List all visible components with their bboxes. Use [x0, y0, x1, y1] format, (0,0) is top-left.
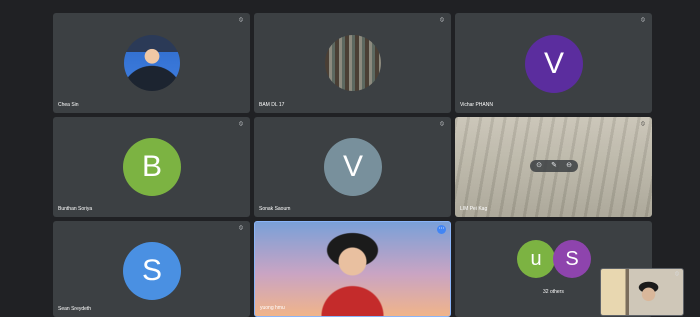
participant-name: Bunthan Soriya: [58, 206, 93, 212]
participant-tile-sean-sreydeth[interactable]: S ⦸ Sean Sreydeth: [53, 221, 250, 317]
participant-photo: [325, 35, 381, 91]
participant-avatar: S: [123, 242, 181, 300]
participant-name: Chea Sin: [58, 102, 79, 108]
participant-avatar: V: [525, 35, 583, 93]
participant-tile-bunthan-soriya[interactable]: B ⦸ Bunthan Soriya: [53, 117, 250, 217]
participant-name: LIM Pei Kag: [460, 206, 488, 212]
tile-hover-controls: ⊙ ✎ ⊖: [530, 160, 578, 172]
mic-off-icon: ⦸: [440, 121, 444, 127]
participant-tile-bam-dl-17[interactable]: ⦸ BAM DL 17: [254, 13, 451, 113]
participant-name: Sean Sreydeth: [58, 306, 92, 312]
participant-tile-vichar-phann[interactable]: V ⦸ Vichar PHANN: [455, 13, 652, 113]
mic-off-icon: ⦸: [675, 271, 679, 277]
participant-name: Sonak Saoum: [259, 206, 291, 212]
participant-avatar: V: [324, 138, 382, 196]
mic-off-icon: ⦸: [641, 121, 645, 127]
others-count: 32 others: [543, 289, 564, 295]
mic-off-icon: ⦸: [239, 225, 243, 231]
participant-name: BAM DL 17: [259, 102, 285, 108]
participant-avatar: S: [553, 240, 591, 278]
participant-tile-sonak-saoum[interactable]: V ⦸ Sonak Saoum: [254, 117, 451, 217]
participant-avatar: u: [517, 240, 555, 278]
participant-name: yuong hmu: [260, 305, 285, 311]
participant-tile-yuong-hmu[interactable]: ⋯ yuong hmu: [254, 221, 451, 317]
participant-avatar: B: [123, 138, 181, 196]
mic-off-icon: ⦸: [641, 17, 645, 23]
participant-photo: [124, 35, 180, 91]
participant-name: Vichar PHANN: [460, 102, 493, 108]
meeting-grid: ⦸ Chea Sin ⦸ BAM DL 17 V ⦸ Vichar PHANN …: [11, 9, 693, 317]
more-options-icon[interactable]: ⋯: [437, 225, 446, 234]
remove-icon[interactable]: ⊖: [565, 162, 573, 170]
self-view-video[interactable]: ⦸: [600, 268, 684, 316]
mic-off-icon: ⦸: [239, 121, 243, 127]
mic-off-icon: ⦸: [440, 17, 444, 23]
mic-off-icon: ⦸: [239, 17, 243, 23]
pin-icon[interactable]: ⊙: [535, 162, 543, 170]
participant-tile-chea-sin[interactable]: ⦸ Chea Sin: [53, 13, 250, 113]
mute-icon[interactable]: ✎: [550, 162, 558, 170]
